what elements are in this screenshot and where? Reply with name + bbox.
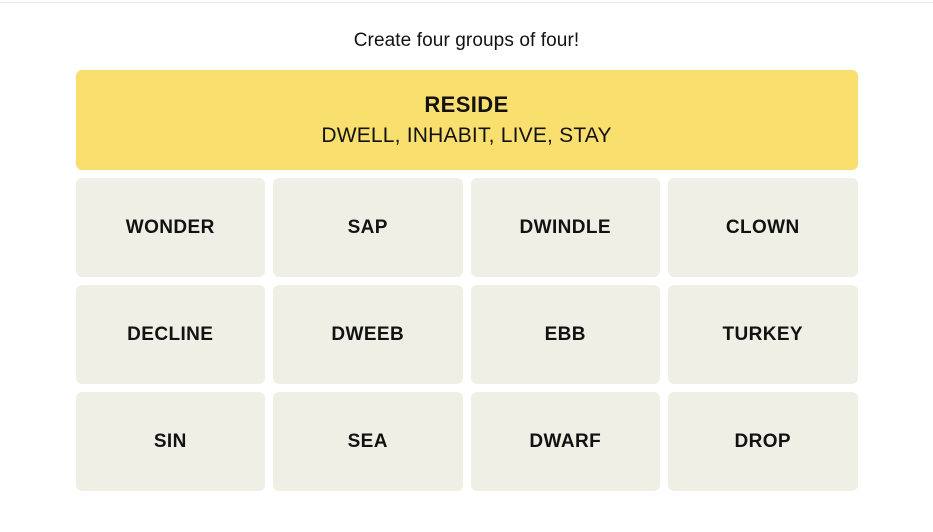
puzzle-board: RESIDE DWELL, INHABIT, LIVE, STAY WONDER… xyxy=(75,70,858,491)
word-tile-label: WONDER xyxy=(125,216,215,238)
word-tile[interactable]: DWARF xyxy=(470,392,660,491)
word-tile-label: SEA xyxy=(347,430,388,452)
word-tile[interactable]: SAP xyxy=(273,178,463,277)
word-tile[interactable]: WONDER xyxy=(75,178,265,277)
word-tile-label: DECLINE xyxy=(127,323,214,345)
word-tile-label: SIN xyxy=(153,430,187,452)
tile-row: DECLINE DWEEB EBB TURKEY xyxy=(75,285,858,384)
word-tile-label: EBB xyxy=(544,323,586,345)
word-tile[interactable]: TURKEY xyxy=(668,285,858,384)
word-tile-label: DWARF xyxy=(529,430,602,452)
word-tile-label: CLOWN xyxy=(725,216,800,238)
word-tile[interactable]: DROP xyxy=(668,392,858,491)
tile-row: WONDER SAP DWINDLE CLOWN xyxy=(75,178,858,277)
word-tile[interactable]: CLOWN xyxy=(668,178,858,277)
word-tile[interactable]: EBB xyxy=(470,285,660,384)
word-tile-label: DROP xyxy=(734,430,791,452)
connections-game: Create four groups of four! RESIDE DWELL… xyxy=(0,0,933,532)
word-tile[interactable]: SEA xyxy=(273,392,463,491)
solved-group-category: RESIDE xyxy=(424,92,509,117)
solved-group-members: DWELL, INHABIT, LIVE, STAY xyxy=(321,124,612,147)
word-tile[interactable]: DWEEB xyxy=(273,285,463,384)
tile-row: SIN SEA DWARF DROP xyxy=(75,392,858,491)
solved-group-yellow: RESIDE DWELL, INHABIT, LIVE, STAY xyxy=(75,70,858,170)
word-tile[interactable]: DECLINE xyxy=(75,285,265,384)
word-tile-label: DWEEB xyxy=(331,323,405,345)
instructions-text: Create four groups of four! xyxy=(353,30,580,51)
word-tile-label: SAP xyxy=(347,216,388,238)
word-tile[interactable]: SIN xyxy=(75,392,265,491)
word-tile-label: DWINDLE xyxy=(519,216,611,238)
word-tile[interactable]: DWINDLE xyxy=(470,178,660,277)
word-tile-label: TURKEY xyxy=(722,323,803,345)
